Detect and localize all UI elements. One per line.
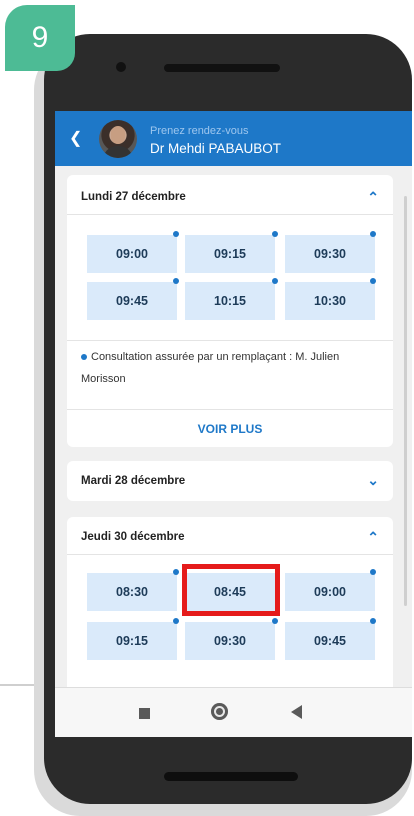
home-icon[interactable] <box>211 703 228 720</box>
divider <box>67 409 393 410</box>
replacement-dot <box>370 231 376 237</box>
chevron-left-icon[interactable]: ❮ <box>69 128 82 148</box>
see-more-button[interactable]: VOIR PLUS <box>67 422 393 436</box>
replacement-dot <box>370 278 376 284</box>
replacement-dot <box>173 278 179 284</box>
time-slot[interactable]: 09:45 <box>285 622 375 660</box>
replacement-dot <box>272 231 278 237</box>
time-slot[interactable]: 10:15 <box>185 282 275 320</box>
replacement-note: Consultation assurée par un remplaçant :… <box>81 346 381 390</box>
divider <box>67 554 393 555</box>
bottom-speaker <box>164 772 298 781</box>
camera-icon <box>116 62 126 72</box>
bullet-dot <box>81 354 87 361</box>
time-slot[interactable]: 09:00 <box>87 235 177 273</box>
chevron-up-icon[interactable]: ⌃ <box>367 529 379 546</box>
time-slot[interactable]: 09:30 <box>185 622 275 660</box>
chevron-down-icon[interactable]: ⌄ <box>367 472 379 489</box>
day-card-lundi: Lundi 27 décembre ⌃ 09:00 09:15 09:30 09… <box>67 175 393 447</box>
time-slot[interactable]: 08:30 <box>87 573 177 611</box>
doctor-name: Dr Mehdi PABAUBOT <box>150 141 282 156</box>
avatar-face <box>111 126 125 144</box>
divider <box>67 340 393 341</box>
android-nav-bar <box>55 687 412 737</box>
highlight-box <box>182 564 280 616</box>
avatar <box>99 120 137 158</box>
day-title[interactable]: Mardi 28 décembre <box>81 475 185 487</box>
scrollbar[interactable] <box>404 196 407 606</box>
day-title[interactable]: Lundi 27 décembre <box>81 191 186 203</box>
back-triangle-icon[interactable] <box>291 705 302 719</box>
replacement-dot <box>370 569 376 575</box>
chevron-up-icon[interactable]: ⌃ <box>367 189 379 206</box>
speaker-grille <box>164 64 280 72</box>
time-slot[interactable]: 09:30 <box>285 235 375 273</box>
replacement-dot <box>370 618 376 624</box>
day-title[interactable]: Jeudi 30 décembre <box>81 531 185 543</box>
replacement-dot <box>272 278 278 284</box>
header-subtitle: Prenez rendez-vous <box>150 125 249 137</box>
time-slot[interactable]: 10:30 <box>285 282 375 320</box>
time-slot[interactable]: 09:45 <box>87 282 177 320</box>
avatar-body <box>103 146 133 158</box>
day-card-mardi[interactable]: Mardi 28 décembre ⌄ <box>67 461 393 501</box>
replacement-dot <box>173 618 179 624</box>
app-header: ❮ Prenez rendez-vous Dr Mehdi PABAUBOT <box>55 111 412 166</box>
step-badge: 9 <box>5 5 75 71</box>
replacement-dot <box>272 618 278 624</box>
time-slot[interactable]: 09:15 <box>87 622 177 660</box>
recent-apps-icon[interactable] <box>139 708 150 719</box>
phone-screen: ❮ Prenez rendez-vous Dr Mehdi PABAUBOT L… <box>55 111 412 737</box>
time-slot[interactable]: 09:15 <box>185 235 275 273</box>
time-slot[interactable]: 09:00 <box>285 573 375 611</box>
divider <box>67 214 393 215</box>
replacement-dot <box>173 231 179 237</box>
replacement-dot <box>173 569 179 575</box>
note-text: Consultation assurée par un remplaçant :… <box>81 351 340 385</box>
